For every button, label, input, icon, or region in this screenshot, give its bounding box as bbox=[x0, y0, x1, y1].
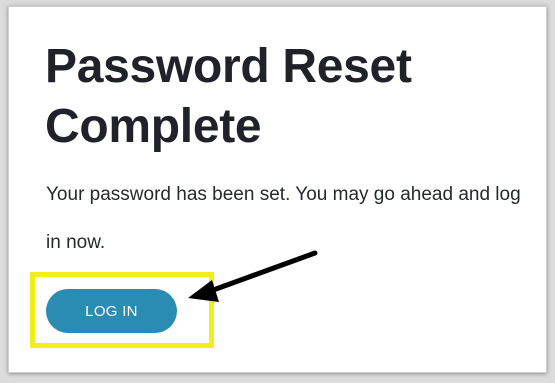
password-reset-card: Password Reset Complete Your password ha… bbox=[8, 6, 547, 373]
page-title: Password Reset Complete bbox=[45, 40, 412, 153]
status-message: Your password has been set. You may go a… bbox=[46, 184, 521, 253]
login-button[interactable]: LOG IN bbox=[46, 289, 177, 333]
